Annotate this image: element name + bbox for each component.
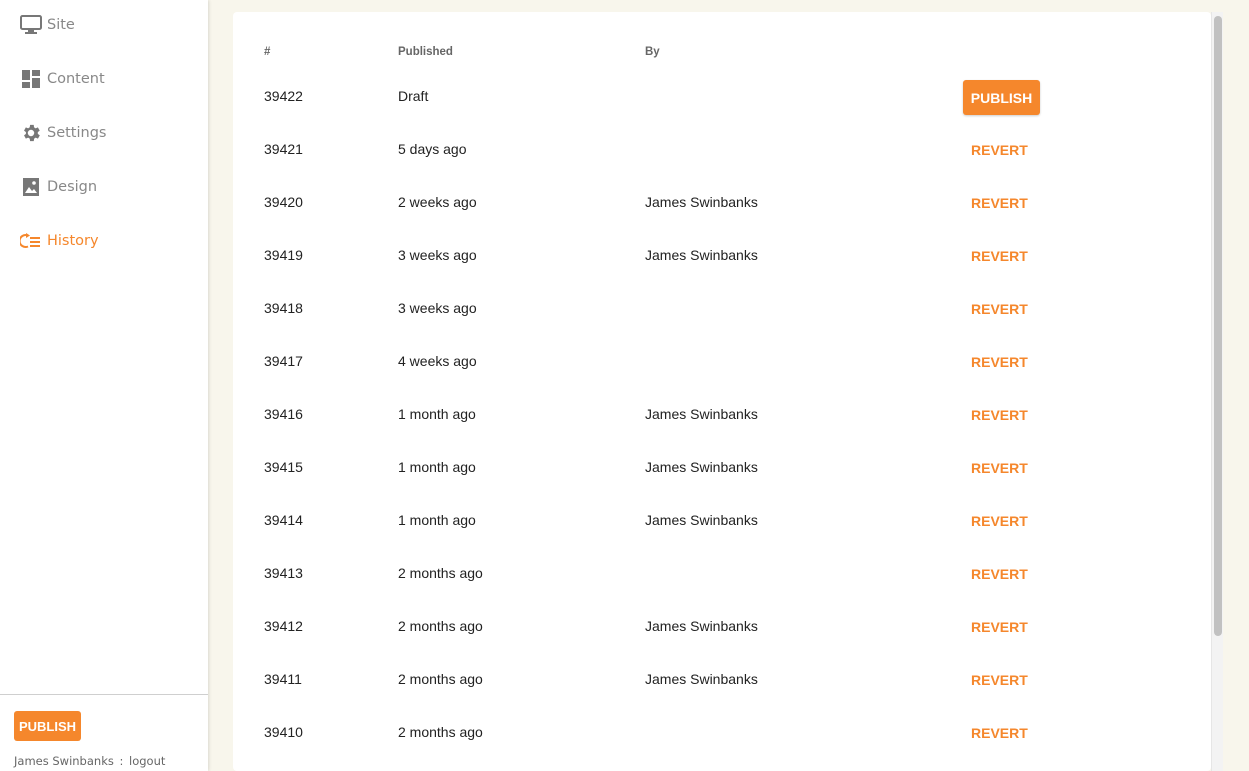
revert-button[interactable]: REVERT xyxy=(963,135,1033,165)
published-time: 2 months ago xyxy=(398,724,483,740)
sidebar-item-label: History xyxy=(47,233,99,249)
column-header-number: # xyxy=(264,46,271,58)
table-row: 39410 2 months ago REVERT xyxy=(233,716,1211,769)
revision-number: 39411 xyxy=(264,671,302,687)
revert-button[interactable]: REVERT xyxy=(963,400,1033,430)
table-row: 39416 1 month ago James Swinbanks REVERT xyxy=(233,398,1211,451)
revert-button[interactable]: REVERT xyxy=(963,506,1033,536)
vertical-scrollbar[interactable] xyxy=(1211,12,1223,771)
sidebar-item-site[interactable]: Site xyxy=(20,12,200,38)
revert-button[interactable]: REVERT xyxy=(963,665,1033,695)
sidebar-item-design[interactable]: Design xyxy=(20,174,200,200)
publish-draft-button[interactable]: PUBLISH xyxy=(963,80,1040,115)
revert-button[interactable]: REVERT xyxy=(963,612,1033,642)
published-time: 2 months ago xyxy=(398,618,483,634)
sidebar-item-content[interactable]: Content xyxy=(20,66,200,92)
revert-button[interactable]: REVERT xyxy=(963,559,1033,589)
revision-number: 39413 xyxy=(264,565,303,581)
revision-number: 39417 xyxy=(264,353,303,369)
published-time: 1 month ago xyxy=(398,512,476,528)
user-name: James Swinbanks xyxy=(14,754,114,768)
revision-number: 39412 xyxy=(264,618,303,634)
sidebar-item-label: Design xyxy=(47,179,98,195)
published-by: James Swinbanks xyxy=(645,194,758,210)
table-row: 39412 2 months ago James Swinbanks REVER… xyxy=(233,610,1211,663)
user-info: James Swinbanks : logout xyxy=(14,754,165,768)
table-row: 39414 1 month ago James Swinbanks REVERT xyxy=(233,504,1211,557)
revision-number: 39419 xyxy=(264,247,303,263)
revision-number: 39420 xyxy=(264,194,303,210)
sidebar: Site Content Settings Design History PUB… xyxy=(0,0,208,771)
published-by: James Swinbanks xyxy=(645,459,758,475)
published-by: James Swinbanks xyxy=(645,247,758,263)
table-row: 39420 2 weeks ago James Swinbanks REVERT xyxy=(233,186,1211,239)
table-row: 39413 2 months ago REVERT xyxy=(233,557,1211,610)
published-by: James Swinbanks xyxy=(645,671,758,687)
history-panel: # Published By 39422 Draft PUBLISH 39421… xyxy=(233,12,1211,771)
revision-number: 39410 xyxy=(264,724,303,740)
published-time: 2 weeks ago xyxy=(398,194,477,210)
table-row: 39418 3 weeks ago REVERT xyxy=(233,292,1211,345)
scrollbar-thumb[interactable] xyxy=(1214,16,1222,636)
revision-number: 39416 xyxy=(264,406,303,422)
published-time: 3 weeks ago xyxy=(398,300,477,316)
published-time: 2 months ago xyxy=(398,671,483,687)
published-by: James Swinbanks xyxy=(645,618,758,634)
revision-number: 39422 xyxy=(264,88,303,104)
table-row: 39417 4 weeks ago REVERT xyxy=(233,345,1211,398)
publish-button[interactable]: PUBLISH xyxy=(14,711,81,741)
table-row: 39415 1 month ago James Swinbanks REVERT xyxy=(233,451,1211,504)
published-time: 3 weeks ago xyxy=(398,247,477,263)
revision-number: 39418 xyxy=(264,300,303,316)
sidebar-item-label: Content xyxy=(47,71,105,87)
published-time: Draft xyxy=(398,88,429,104)
sidebar-footer: PUBLISH James Swinbanks : logout xyxy=(0,694,208,771)
dashboard-icon xyxy=(20,68,42,90)
published-time: 2 months ago xyxy=(398,565,483,581)
revision-number: 39421 xyxy=(264,141,303,157)
monitor-icon xyxy=(20,14,42,36)
image-icon xyxy=(20,176,42,198)
sidebar-item-label: Settings xyxy=(47,125,107,141)
sidebar-item-settings[interactable]: Settings xyxy=(20,120,200,146)
revert-button[interactable]: REVERT xyxy=(963,188,1033,218)
published-time: 5 days ago xyxy=(398,141,467,157)
revert-button[interactable]: REVERT xyxy=(963,718,1033,748)
published-by: James Swinbanks xyxy=(645,406,758,422)
published-by: James Swinbanks xyxy=(645,512,758,528)
sidebar-item-label: Site xyxy=(47,17,75,33)
published-time: 1 month ago xyxy=(398,459,476,475)
gear-icon xyxy=(20,122,42,144)
logout-link[interactable]: logout xyxy=(129,754,165,768)
revision-number: 39415 xyxy=(264,459,303,475)
revert-button[interactable]: REVERT xyxy=(963,453,1033,483)
table-row: 39411 2 months ago James Swinbanks REVER… xyxy=(233,663,1211,716)
revert-button[interactable]: REVERT xyxy=(963,241,1033,271)
revert-button[interactable]: REVERT xyxy=(963,294,1033,324)
column-header-by: By xyxy=(645,46,660,58)
history-icon xyxy=(20,230,42,252)
table-row: 39422 Draft PUBLISH xyxy=(233,80,1211,133)
table-row: 39419 3 weeks ago James Swinbanks REVERT xyxy=(233,239,1211,292)
column-header-published: Published xyxy=(398,46,453,58)
revision-number: 39414 xyxy=(264,512,303,528)
published-time: 4 weeks ago xyxy=(398,353,477,369)
published-time: 1 month ago xyxy=(398,406,476,422)
sidebar-item-history[interactable]: History xyxy=(20,228,200,254)
user-separator: : xyxy=(119,754,124,768)
revert-button[interactable]: REVERT xyxy=(963,347,1033,377)
table-row: 39421 5 days ago REVERT xyxy=(233,133,1211,186)
